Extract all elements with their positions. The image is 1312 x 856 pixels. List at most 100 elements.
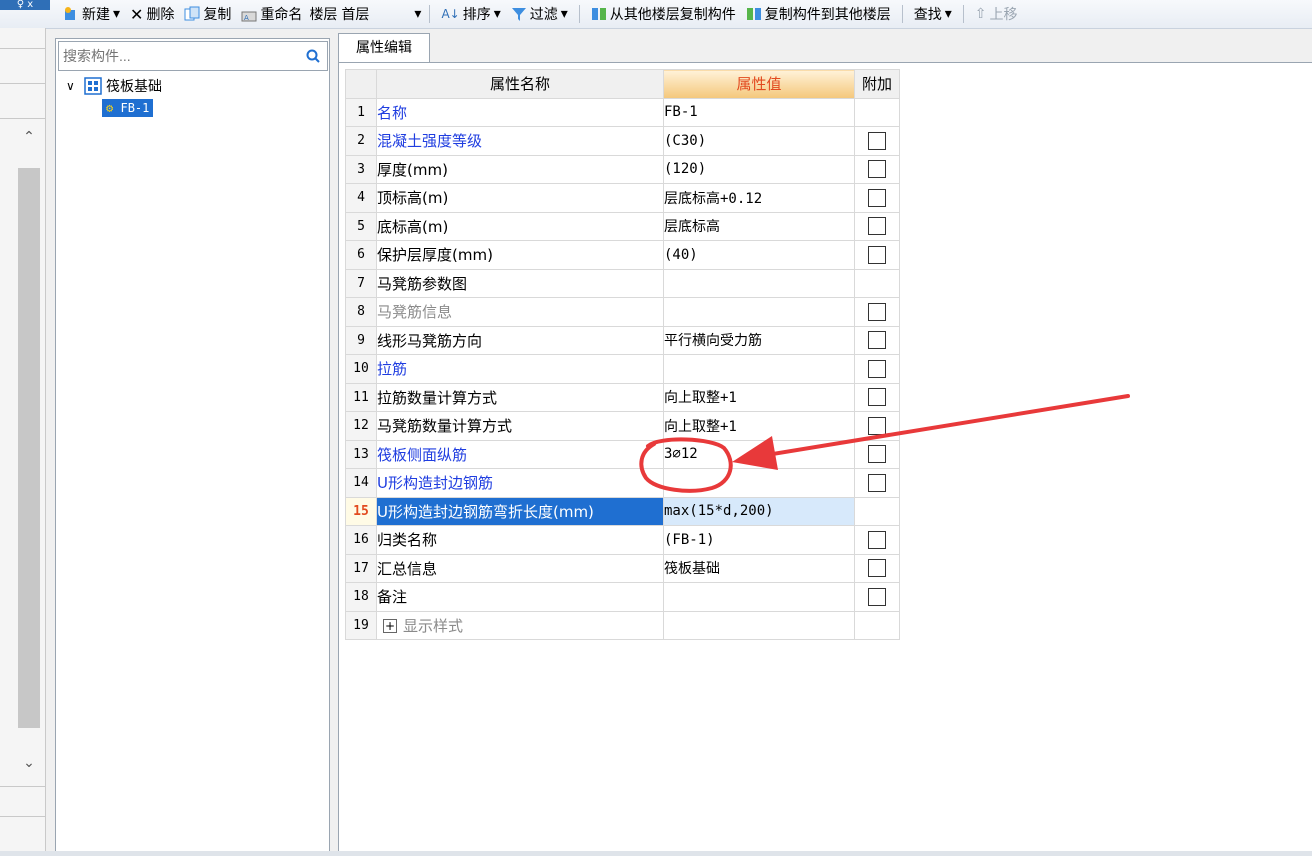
search-input[interactable] — [61, 45, 295, 67]
scrollbar-thumb[interactable] — [18, 168, 40, 728]
property-value[interactable] — [663, 610, 855, 640]
property-value-header: 属性值 — [663, 69, 855, 99]
property-row[interactable]: 13 筏板侧面纵筋 3⌀12 — [345, 439, 900, 469]
tab-property-editor[interactable]: 属性编辑 — [338, 33, 430, 62]
copy-button[interactable]: 复制 — [181, 3, 234, 25]
property-row[interactable]: 18 备注 — [345, 582, 900, 612]
property-value[interactable]: (FB-1) — [663, 525, 855, 555]
property-value[interactable]: (120) — [663, 154, 855, 184]
property-value[interactable]: 3⌀12 — [663, 439, 855, 469]
property-row[interactable]: 15 U形构造封边钢筋弯折长度(mm) max(15*d,200) — [345, 496, 900, 526]
additional-checkbox[interactable] — [868, 131, 886, 150]
copy-from-floor-button[interactable]: 从其他楼层复制构件 — [588, 3, 739, 25]
property-row[interactable]: 17 汇总信息 筏板基础 — [345, 553, 900, 583]
filter-button[interactable]: 过滤 ▾ — [508, 3, 571, 25]
property-name[interactable]: U形构造封边钢筋弯折长度(mm) — [376, 496, 664, 526]
additional-checkbox[interactable] — [868, 388, 886, 407]
property-row[interactable]: 16 归类名称 (FB-1) — [345, 525, 900, 555]
additional-checkbox[interactable] — [868, 245, 886, 264]
additional-checkbox[interactable] — [868, 587, 886, 606]
move-up-label: 上移 — [989, 7, 1018, 23]
property-value[interactable] — [663, 468, 855, 498]
property-name[interactable]: 混凝土强度等级 — [376, 126, 664, 156]
property-value[interactable]: (40) — [663, 240, 855, 270]
new-button[interactable]: 新建 ▾ — [60, 3, 123, 25]
scroll-down-icon[interactable]: ⌄ — [20, 754, 38, 772]
property-row[interactable]: 6 保护层厚度(mm) (40) — [345, 240, 900, 270]
property-row[interactable]: 19 + 显示样式 — [345, 610, 900, 640]
property-row[interactable]: 4 顶标高(m) 层底标高+0.12 — [345, 183, 900, 213]
property-name[interactable]: 拉筋数量计算方式 — [376, 382, 664, 412]
property-value[interactable]: 平行横向受力筋 — [663, 325, 855, 355]
property-row[interactable]: 12 马凳筋数量计算方式 向上取整+1 — [345, 411, 900, 441]
property-value[interactable] — [663, 582, 855, 612]
additional-checkbox[interactable] — [868, 359, 886, 378]
property-name[interactable]: 线形马凳筋方向 — [376, 325, 664, 355]
property-editor-panel: 属性名称 属性值 附加 1 名称 FB-1 2 混凝土强度等级 (C30) 3 厚度(mm)(… — [338, 62, 1312, 852]
copy-to-floor-button[interactable]: 复制构件到其他楼层 — [743, 3, 894, 25]
property-row[interactable]: 5 底标高(m) 层底标高 — [345, 211, 900, 241]
property-name[interactable]: 马凳筋数量计算方式 — [376, 411, 664, 441]
floor-select[interactable]: 首层 ▾ — [341, 4, 421, 24]
property-row[interactable]: 7 马凳筋参数图 — [345, 268, 900, 298]
property-name[interactable]: 马凳筋信息 — [376, 297, 664, 327]
property-name[interactable]: 底标高(m) — [376, 211, 664, 241]
property-value[interactable] — [663, 354, 855, 384]
panel-pin-close[interactable]: ♀ x — [0, 0, 50, 10]
property-name[interactable]: 马凳筋参数图 — [376, 268, 664, 298]
additional-checkbox[interactable] — [868, 559, 886, 578]
additional-checkbox[interactable] — [868, 188, 886, 207]
property-name[interactable]: 备注 — [376, 582, 664, 612]
delete-button[interactable]: ✕ 删除 — [127, 3, 177, 25]
property-row[interactable]: 1 名称 FB-1 — [345, 97, 900, 127]
additional-checkbox[interactable] — [868, 217, 886, 236]
tree-node-fb-1[interactable]: ⚙ FB-1 — [56, 97, 329, 119]
copy-icon — [184, 6, 200, 21]
chevron-down-icon[interactable]: ∨ — [66, 79, 80, 93]
expand-icon[interactable]: + — [383, 619, 397, 634]
additional-checkbox[interactable] — [868, 530, 886, 549]
property-name[interactable]: 厚度(mm) — [376, 154, 664, 184]
property-value[interactable] — [663, 268, 855, 298]
property-row[interactable]: 8 马凳筋信息 — [345, 297, 900, 327]
scroll-up-icon[interactable]: ⌃ — [20, 128, 38, 146]
search-button[interactable] — [299, 42, 327, 70]
property-row[interactable]: 11 拉筋数量计算方式 向上取整+1 — [345, 382, 900, 412]
additional-checkbox[interactable] — [868, 445, 886, 464]
property-value[interactable]: 向上取整+1 — [663, 382, 855, 412]
property-name[interactable]: 顶标高(m) — [376, 183, 664, 213]
property-row[interactable]: 14 U形构造封边钢筋 — [345, 468, 900, 498]
additional-checkbox[interactable] — [868, 302, 886, 321]
property-value[interactable] — [663, 297, 855, 327]
additional-checkbox[interactable] — [868, 160, 886, 179]
property-name[interactable]: 拉筋 — [376, 354, 664, 384]
tree-node-raft-foundation[interactable]: ∨ 筏板基础 — [56, 75, 329, 97]
move-up-button[interactable]: ⇧ 上移 — [972, 3, 1021, 25]
additional-checkbox[interactable] — [868, 473, 886, 492]
property-name[interactable]: 保护层厚度(mm) — [376, 240, 664, 270]
additional-checkbox[interactable] — [868, 331, 886, 350]
property-name[interactable]: U形构造封边钢筋 — [376, 468, 664, 498]
sort-button[interactable]: A↓ 排序 ▾ — [438, 3, 503, 25]
property-row[interactable]: 2 混凝土强度等级 (C30) — [345, 126, 900, 156]
property-value[interactable]: max(15*d,200) — [663, 496, 855, 526]
property-name[interactable]: 筏板侧面纵筋 — [376, 439, 664, 469]
property-value[interactable]: FB-1 — [663, 97, 855, 127]
property-row[interactable]: 3 厚度(mm) (120) — [345, 154, 900, 184]
property-value[interactable]: 层底标高+0.12 — [663, 183, 855, 213]
property-name[interactable]: 名称 — [376, 97, 664, 127]
property-name[interactable]: + 显示样式 — [376, 610, 664, 640]
additional-checkbox[interactable] — [868, 416, 886, 435]
property-value[interactable]: 筏板基础 — [663, 553, 855, 583]
property-row[interactable]: 10 拉筋 — [345, 354, 900, 384]
rename-button[interactable]: A 重命名 — [238, 3, 305, 25]
property-value[interactable]: (C30) — [663, 126, 855, 156]
find-button[interactable]: 查找 ▾ — [911, 3, 955, 25]
property-row[interactable]: 9 线形马凳筋方向 平行横向受力筋 — [345, 325, 900, 355]
property-value[interactable]: 向上取整+1 — [663, 411, 855, 441]
property-name[interactable]: 汇总信息 — [376, 553, 664, 583]
tree-selected-item[interactable]: ⚙ FB-1 — [102, 99, 154, 117]
property-name[interactable]: 归类名称 — [376, 525, 664, 555]
search-box — [58, 41, 328, 71]
property-value[interactable]: 层底标高 — [663, 211, 855, 241]
